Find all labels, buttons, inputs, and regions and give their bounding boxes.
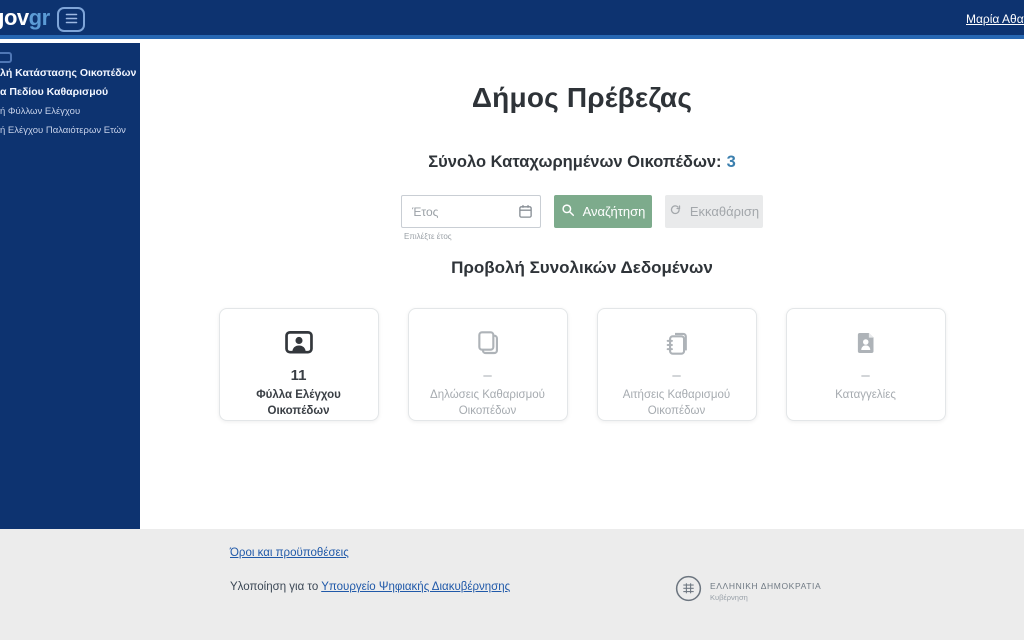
ministry-link[interactable]: Υπουργείο Ψηφιακής Διακυβέρνησης	[321, 581, 510, 593]
card-label: Αιτήσεις Καθαρισμού Οικοπέδων	[622, 389, 731, 417]
hellenic-republic-emblem	[675, 575, 702, 607]
hellenic-republic-title: ΕΛΛΗΝΙΚΗ ΔΗΜΟΚΡΑΤΙΑ	[710, 580, 822, 591]
clear-button-label: Εκκαθάριση	[689, 204, 760, 219]
summary-cards: 11 Φύλλα Ελέγχου Οικοπέδων – Δηλώσεις Κα…	[140, 308, 1024, 421]
total-registered-label: Σύνολο Καταχωρημένων Οικοπέδων:	[428, 153, 722, 171]
year-helper-text: Επιλέξτε έτος	[404, 232, 452, 241]
screen: govgr Μαρία Αθαν λή Κατάστασης Οικοπέδων…	[0, 0, 1024, 640]
govgr-logo-gr: gr	[28, 5, 51, 30]
refresh-icon	[669, 204, 682, 220]
page-title: Δήμος Πρέβεζας	[471, 82, 693, 113]
sidebar-item-plot-status[interactable]: λή Κατάστασης Οικοπέδων	[0, 68, 140, 79]
card-value: –	[483, 367, 492, 384]
total-registered-line: Σύνολο Καταχωρημένων Οικοπέδων: 3	[140, 152, 1024, 172]
card-complaints: – Καταγγελίες	[785, 308, 946, 421]
search-form: Επιλέξτε έτος Αναζήτηση Εκκαθάριση	[140, 195, 1024, 241]
calendar-icon[interactable]	[518, 204, 533, 224]
card-label: Δηλώσεις Καθαρισμού Οικοπέδων	[430, 389, 545, 417]
notebook-icon	[598, 324, 756, 362]
card-value: 11	[290, 367, 307, 384]
terms-link[interactable]: Όροι και προϋποθέσεις	[230, 547, 349, 559]
top-header: govgr Μαρία Αθαν	[0, 0, 1024, 39]
sidebar-item-previous-years-checks[interactable]: ή Ελέγχου Παλαιότερων Ετών	[0, 125, 140, 136]
card-cleaning-requests: – Αιτήσεις Καθαρισμού Οικοπέδων	[596, 308, 757, 421]
person-document-icon	[787, 324, 945, 362]
hellenic-republic-block: ΕΛΛΗΝΙΚΗ ΔΗΜΟΚΡΑΤΙΑ Κυβέρνηση	[675, 575, 821, 607]
hellenic-republic-subtitle: Κυβέρνηση	[710, 592, 748, 602]
hamburger-menu-button[interactable]	[57, 7, 85, 32]
person-badge-icon	[220, 324, 378, 362]
card-label: Καταγγελίες	[835, 389, 896, 401]
hamburger-icon	[65, 12, 78, 27]
sidebar-nav: λή Κατάστασης Οικοπέδων α Πεδίου Καθαρισ…	[0, 68, 140, 144]
sidebar-item-inspection-sheets[interactable]: ή Φύλλων Ελέγχου	[0, 106, 140, 117]
sidebar-partial-icon	[0, 52, 12, 63]
card-cleaning-declarations: – Δηλώσεις Καθαρισμού Οικοπέδων	[407, 308, 568, 421]
search-button-label: Αναζήτηση	[582, 204, 646, 219]
user-menu-link[interactable]: Μαρία Αθαν	[966, 12, 1024, 26]
card-value: –	[672, 367, 681, 384]
search-icon	[561, 203, 575, 220]
sidebar-item-cleaning-field[interactable]: α Πεδίου Καθαρισμού	[0, 87, 140, 98]
sidebar: λή Κατάστασης Οικοπέδων α Πεδίου Καθαρισ…	[0, 43, 140, 529]
year-field: Επιλέξτε έτος	[401, 195, 541, 241]
implementation-prefix: Υλοποίηση για το	[230, 581, 322, 593]
hellenic-republic-text: ΕΛΛΗΝΙΚΗ ΔΗΜΟΚΡΑΤΙΑ Κυβέρνηση	[710, 581, 821, 602]
total-registered-value: 3	[726, 153, 736, 171]
govgr-logo[interactable]: govgr	[0, 5, 50, 31]
implementation-line: Υλοποίηση για το Υπουργείο Ψηφιακής Διακ…	[230, 581, 510, 593]
card-label: Φύλλα Ελέγχου Οικοπέδων	[256, 389, 341, 417]
clear-button[interactable]: Εκκαθάριση	[665, 195, 763, 228]
footer: Όροι και προϋποθέσεις Υλοποίηση για το Υ…	[0, 529, 1024, 640]
section-title: Προβολή Συνολικών Δεδομένων	[451, 258, 713, 277]
card-inspection-sheets[interactable]: 11 Φύλλα Ελέγχου Οικοπέδων	[218, 308, 379, 421]
govgr-logo-gov: gov	[0, 5, 29, 30]
main-content: Δήμος Πρέβεζας Σύνολο Καταχωρημένων Οικο…	[140, 43, 1024, 529]
documents-copy-icon	[409, 324, 567, 362]
search-button[interactable]: Αναζήτηση	[554, 195, 652, 228]
card-value: –	[861, 367, 870, 384]
